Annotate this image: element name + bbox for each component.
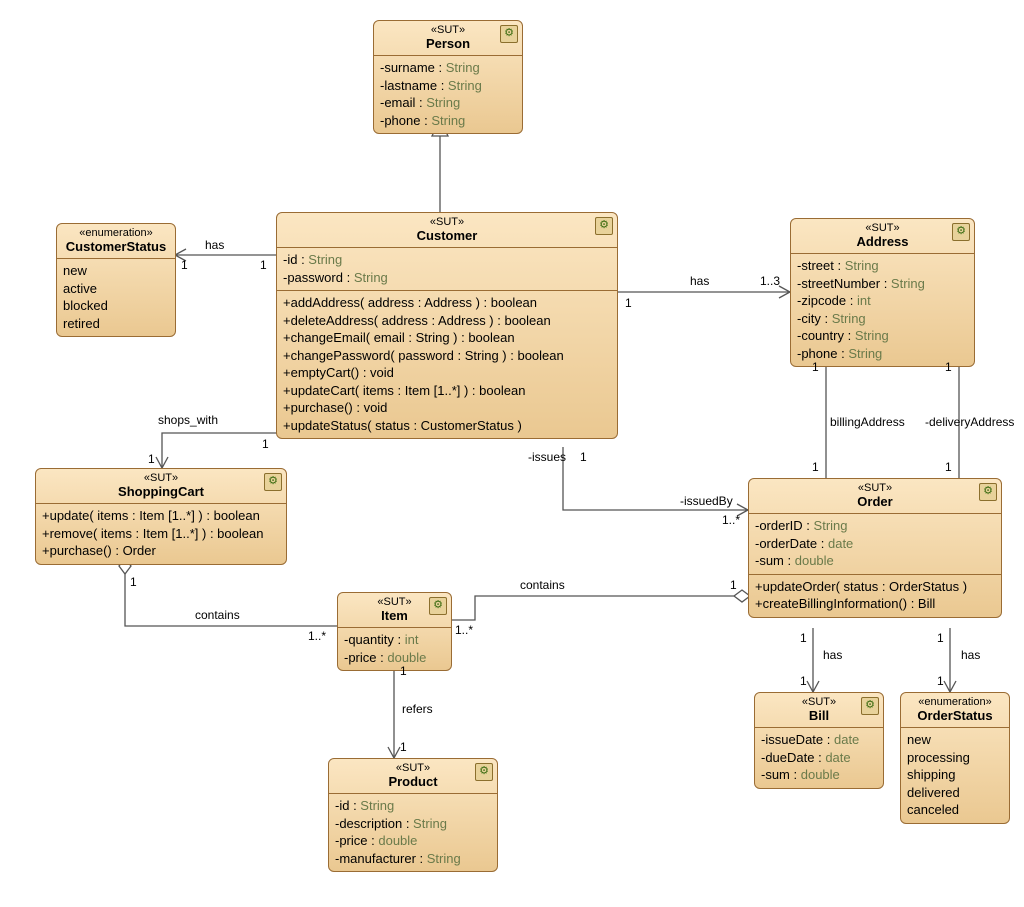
assoc-billingAddress-label: billingAddress [830, 415, 905, 429]
stereotype: «SUT» [761, 696, 877, 708]
mult-1: 1 [937, 631, 944, 645]
mult-1: 1 [937, 674, 944, 688]
mult-1: 1 [730, 578, 737, 592]
stereotype: «SUT» [283, 216, 611, 228]
class-Order: ⚙ «SUT» Order -orderID : String -orderDa… [748, 478, 1002, 618]
stereotype: «enumeration» [63, 227, 169, 239]
mult-1: 1 [800, 631, 807, 645]
class-ShoppingCart: ⚙ «SUT» ShoppingCart +update( items : It… [35, 468, 287, 565]
assoc-deliveryAddress-label: -deliveryAddress [925, 415, 1014, 429]
assoc-refers-label: refers [402, 702, 433, 716]
assoc-has-label: has [961, 648, 980, 662]
stereotype: «SUT» [380, 24, 516, 36]
stereotype: «SUT» [42, 472, 280, 484]
mult-1-3: 1..3 [760, 274, 780, 288]
mult-1: 1 [262, 437, 269, 451]
mult-1: 1 [148, 452, 155, 466]
attributes: -issueDate : date -dueDate : date -sum :… [755, 727, 883, 788]
class-name: Address [797, 234, 968, 249]
literals: new processing shipping delivered cancel… [901, 727, 1009, 823]
gear-icon: ⚙ [264, 473, 282, 491]
class-name: Order [755, 494, 995, 509]
class-name: OrderStatus [907, 708, 1003, 723]
class-name: Bill [761, 708, 877, 723]
class-Person: ⚙ «SUT» Person -surname : String -lastna… [373, 20, 523, 134]
assoc-issuedBy-label: -issuedBy [680, 494, 733, 508]
assoc-has-label: has [690, 274, 709, 288]
mult-1-star: 1..* [308, 629, 326, 643]
gear-icon: ⚙ [952, 223, 970, 241]
mult-1-star: 1..* [722, 513, 740, 527]
gear-icon: ⚙ [979, 483, 997, 501]
attributes: -id : String -password : String [277, 247, 617, 290]
class-name: Product [335, 774, 491, 789]
operations: +addAddress( address : Address ) : boole… [277, 290, 617, 438]
attributes: -street : String -streetNumber : String … [791, 253, 974, 366]
gear-icon: ⚙ [429, 597, 447, 615]
assoc-issues-label: -issues [528, 450, 566, 464]
gear-icon: ⚙ [475, 763, 493, 781]
mult-1: 1 [400, 740, 407, 754]
attributes: -surname : String -lastname : String -em… [374, 55, 522, 133]
assoc-has-label: has [823, 648, 842, 662]
assoc-has-label: has [205, 238, 224, 252]
class-name: Customer [283, 228, 611, 243]
mult-1: 1 [812, 360, 819, 374]
mult-1: 1 [400, 664, 407, 678]
mult-1: 1 [130, 575, 137, 589]
gear-icon: ⚙ [500, 25, 518, 43]
operations: +updateOrder( status : OrderStatus ) +cr… [749, 574, 1001, 617]
attributes: -orderID : String -orderDate : date -sum… [749, 513, 1001, 574]
attributes: -quantity : int -price : double [338, 627, 451, 670]
mult-1: 1 [945, 360, 952, 374]
class-Address: ⚙ «SUT» Address -street : String -street… [790, 218, 975, 367]
mult-1: 1 [800, 674, 807, 688]
mult-1: 1 [580, 450, 587, 464]
assoc-contains-label: contains [195, 608, 240, 622]
mult-1: 1 [181, 258, 188, 272]
assoc-shops-with-label: shops_with [158, 413, 218, 427]
class-Item: ⚙ «SUT» Item -quantity : int -price : do… [337, 592, 452, 671]
stereotype: «enumeration» [907, 696, 1003, 708]
literals: new active blocked retired [57, 258, 175, 336]
stereotype: «SUT» [755, 482, 995, 494]
mult-1: 1 [625, 296, 632, 310]
mult-1-star: 1..* [455, 623, 473, 637]
class-OrderStatus: «enumeration» OrderStatus new processing… [900, 692, 1010, 824]
operations: +update( items : Item [1..*] ) : boolean… [36, 503, 286, 564]
class-name: Person [380, 36, 516, 51]
attributes: -id : String -description : String -pric… [329, 793, 497, 871]
mult-1: 1 [945, 460, 952, 474]
class-Product: ⚙ «SUT» Product -id : String -descriptio… [328, 758, 498, 872]
gear-icon: ⚙ [595, 217, 613, 235]
class-Bill: ⚙ «SUT» Bill -issueDate : date -dueDate … [754, 692, 884, 789]
class-name: ShoppingCart [42, 484, 280, 499]
stereotype: «SUT» [335, 762, 491, 774]
class-CustomerStatus: «enumeration» CustomerStatus new active … [56, 223, 176, 337]
assoc-contains-label: contains [520, 578, 565, 592]
stereotype: «SUT» [797, 222, 968, 234]
gear-icon: ⚙ [861, 697, 879, 715]
class-name: CustomerStatus [63, 239, 169, 254]
mult-1: 1 [812, 460, 819, 474]
mult-1: 1 [260, 258, 267, 272]
class-Customer: ⚙ «SUT» Customer -id : String -password … [276, 212, 618, 439]
